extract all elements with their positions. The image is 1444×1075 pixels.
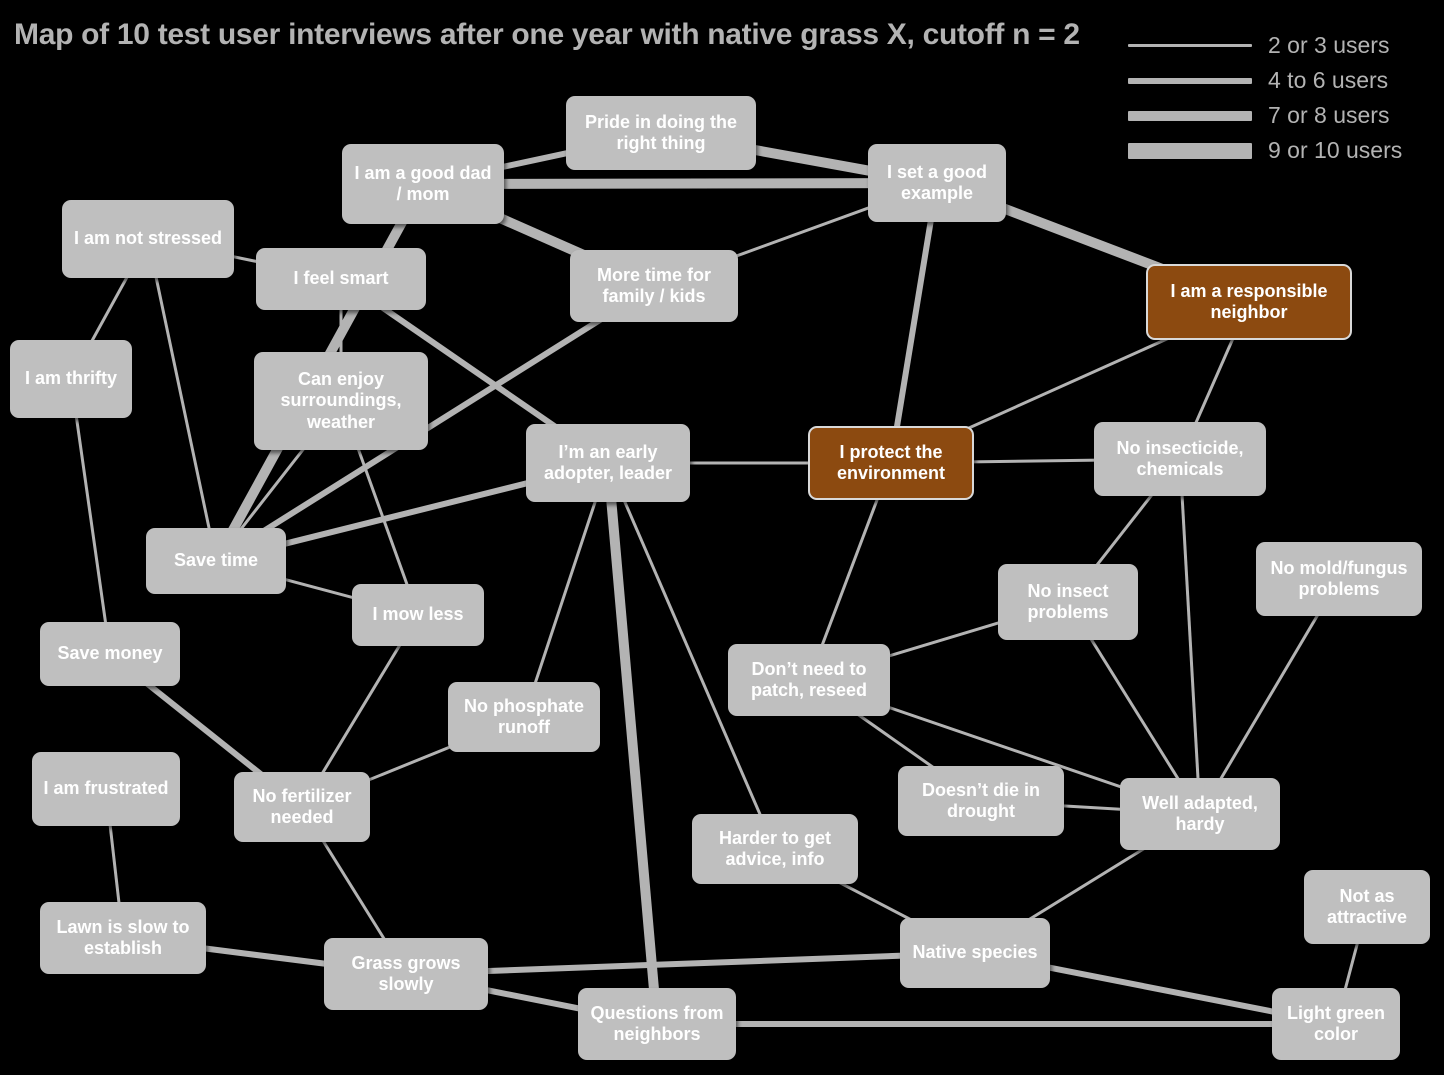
graph-node-responsible_neighbor[interactable]: I am a responsible neighbor bbox=[1146, 264, 1352, 340]
graph-node-label: No fertilizer needed bbox=[252, 785, 352, 827]
graph-node-no_phosphate[interactable]: No phosphate runoff bbox=[448, 682, 600, 752]
graph-node-label: Doesn’t die in drought bbox=[921, 779, 1040, 821]
graph-node-label: Harder to get advice, info bbox=[718, 827, 832, 869]
graph-node-label: I am thrifty bbox=[24, 368, 117, 389]
graph-node-label: Lawn is slow to establish bbox=[56, 916, 190, 958]
graph-node-label: I’m an early adopter, leader bbox=[543, 441, 673, 483]
graph-node-good_example[interactable]: I set a good example bbox=[868, 144, 1006, 222]
graph-node-label: Can enjoy surroundings, weather bbox=[280, 369, 402, 432]
graph-node-well_adapted[interactable]: Well adapted, hardy bbox=[1120, 778, 1280, 850]
graph-node-label: I am a responsible neighbor bbox=[1170, 280, 1328, 322]
graph-node-label: Well adapted, hardy bbox=[1142, 792, 1258, 834]
graph-node-thrifty[interactable]: I am thrifty bbox=[10, 340, 132, 418]
graph-node-label: More time for family / kids bbox=[596, 264, 711, 306]
graph-node-dont_patch[interactable]: Don’t need to patch, reseed bbox=[728, 644, 890, 716]
graph-node-label: I set a good example bbox=[886, 161, 987, 203]
graph-node-light_green[interactable]: Light green color bbox=[1272, 988, 1400, 1060]
graph-node-no_insecticide[interactable]: No insecticide, chemicals bbox=[1094, 422, 1266, 496]
graph-node-save_money[interactable]: Save money bbox=[40, 622, 180, 686]
graph-node-doesnt_die[interactable]: Doesn’t die in drought bbox=[898, 766, 1064, 836]
graph-node-grass_slow[interactable]: Grass grows slowly bbox=[324, 938, 488, 1010]
graph-node-save_time[interactable]: Save time bbox=[146, 528, 286, 594]
graph-node-label: Questions from neighbors bbox=[590, 1002, 724, 1044]
graph-node-harder_advice[interactable]: Harder to get advice, info bbox=[692, 814, 858, 884]
graph-node-label: Don’t need to patch, reseed bbox=[750, 658, 868, 700]
graph-node-label: No insecticide, chemicals bbox=[1116, 437, 1244, 479]
graph-node-label: Grass grows slowly bbox=[351, 952, 461, 994]
graph-node-label: Save money bbox=[57, 643, 163, 664]
graph-node-label: I protect the environment bbox=[836, 441, 946, 483]
graph-edge bbox=[888, 182, 940, 464]
graph-node-can_enjoy[interactable]: Can enjoy surroundings, weather bbox=[254, 352, 428, 450]
graph-node-label: Native species bbox=[912, 942, 1038, 963]
graph-node-not_stressed[interactable]: I am not stressed bbox=[62, 200, 234, 278]
graph-node-label: No insect problems bbox=[1027, 580, 1109, 622]
graph-node-protect_env[interactable]: I protect the environment bbox=[808, 426, 974, 500]
graph-node-frustrated[interactable]: I am frustrated bbox=[32, 752, 180, 826]
graph-node-label: Light green color bbox=[1287, 1002, 1385, 1044]
graph-node-label: I am frustrated bbox=[43, 778, 169, 799]
graph-node-label: I mow less bbox=[372, 604, 464, 625]
graph-edge bbox=[603, 462, 662, 1025]
graph-node-lawn_slow[interactable]: Lawn is slow to establish bbox=[40, 902, 206, 974]
graph-edge bbox=[1178, 458, 1202, 815]
graph-node-label: I feel smart bbox=[293, 268, 389, 289]
graph-node-more_time_family[interactable]: More time for family / kids bbox=[570, 250, 738, 322]
graph-node-mow_less[interactable]: I mow less bbox=[352, 584, 484, 646]
graph-edge bbox=[146, 238, 218, 562]
graph-edge bbox=[69, 378, 112, 655]
graph-node-feel_smart[interactable]: I feel smart bbox=[256, 248, 426, 310]
graph-node-label: Save time bbox=[173, 550, 259, 571]
graph-node-pride[interactable]: Pride in doing the right thing bbox=[566, 96, 756, 170]
graph-node-not_attractive[interactable]: Not as attractive bbox=[1304, 870, 1430, 944]
graph-node-good_parent[interactable]: I am a good dad / mom bbox=[342, 144, 504, 224]
graph-node-label: I am not stressed bbox=[73, 228, 223, 249]
graph-node-label: Pride in doing the right thing bbox=[585, 111, 737, 153]
graph-node-label: I am a good dad / mom bbox=[354, 162, 492, 204]
graph-node-early_adopter[interactable]: I’m an early adopter, leader bbox=[526, 424, 690, 502]
graph-node-label: No phosphate runoff bbox=[464, 695, 584, 737]
graph-node-no_mold[interactable]: No mold/fungus problems bbox=[1256, 542, 1422, 616]
diagram-canvas: Map of 10 test user interviews after one… bbox=[0, 0, 1444, 1075]
graph-node-no_insect[interactable]: No insect problems bbox=[998, 564, 1138, 640]
graph-node-questions_neighbors[interactable]: Questions from neighbors bbox=[578, 988, 736, 1060]
graph-node-no_fertilizer[interactable]: No fertilizer needed bbox=[234, 772, 370, 842]
graph-edge bbox=[405, 950, 976, 977]
graph-node-native_species[interactable]: Native species bbox=[900, 918, 1050, 988]
graph-node-label: Not as attractive bbox=[1326, 885, 1408, 927]
graph-node-label: No mold/fungus problems bbox=[1270, 557, 1408, 599]
